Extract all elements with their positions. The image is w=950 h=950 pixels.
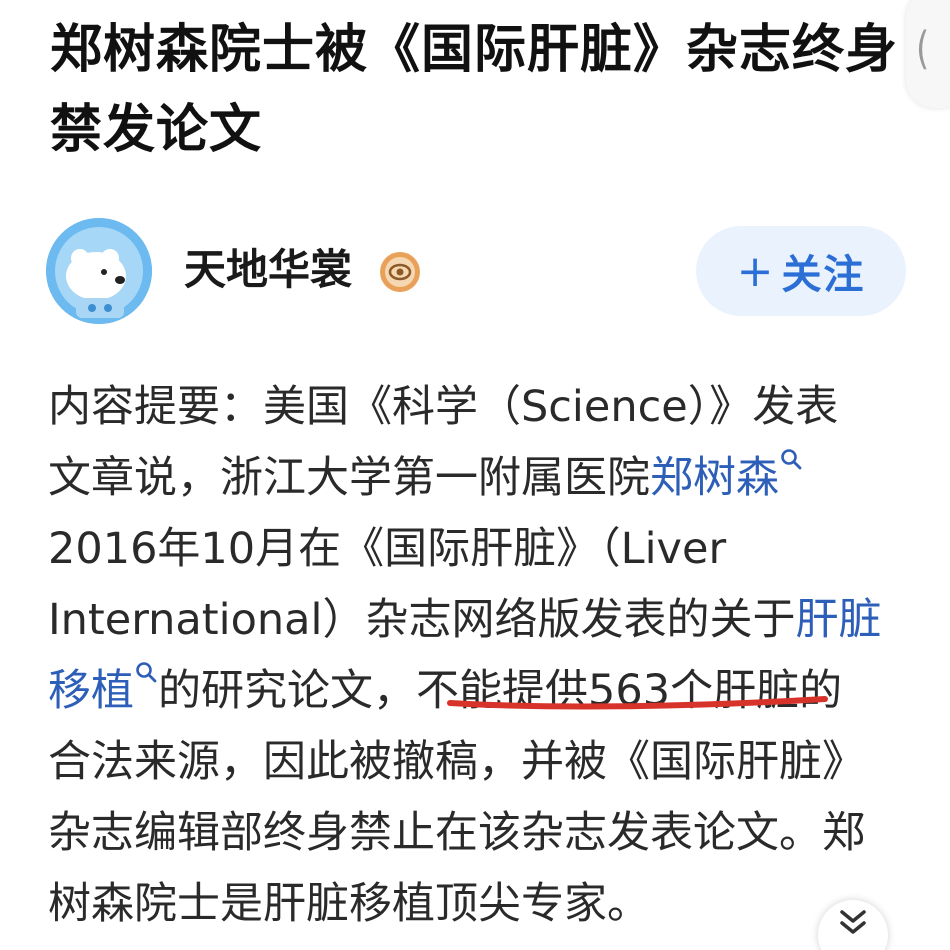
- summary-text: International）杂志网络版发表的关于: [48, 595, 796, 645]
- topic-link-part2[interactable]: 移植: [48, 666, 134, 716]
- topic-link-part1[interactable]: 肝脏: [795, 595, 881, 645]
- plus-icon: +: [736, 245, 776, 297]
- summary-line: 内容提要：美国《科学（Science）》发表: [48, 382, 839, 432]
- summary-line: 树森院士是肝脏移植顶尖专家。: [48, 879, 650, 929]
- follow-label: 关注: [781, 252, 866, 298]
- summary-text: 文章说，浙江大学第一附属医院: [48, 453, 650, 503]
- side-collapse-tab[interactable]: (: [906, 0, 950, 108]
- author-name[interactable]: 天地华裳: [184, 242, 352, 298]
- collapse-bracket-icon: (: [916, 23, 930, 75]
- person-link[interactable]: 郑树森: [650, 453, 779, 503]
- avatar[interactable]: [46, 218, 152, 324]
- chevron-double-down-icon: [840, 910, 866, 934]
- summary-line: International）杂志网络版发表的关于肝脏: [48, 585, 918, 656]
- article-title: 郑树森院士被《国际肝脏》杂志终身禁发论文: [50, 20, 899, 160]
- summary-line: 合法来源，因此被撤稿，并被《国际肝脏》: [48, 737, 865, 787]
- polar-bear-astronaut-avatar: [46, 218, 152, 324]
- verified-badge-icon: [378, 250, 422, 294]
- search-icon[interactable]: [779, 447, 803, 471]
- summary-line: 2016年10月在《国际肝脏》（Liver: [48, 524, 727, 574]
- summary-line: 杂志编辑部终身禁止在该杂志发表论文。郑: [48, 808, 865, 858]
- article-page: ( 郑树森院士被《国际肝脏》杂志终身禁发论文 天地华裳 + 关注 内容提要：美国…: [0, 0, 950, 950]
- article-summary: 内容提要：美国《科学（Science）》发表 文章说，浙江大学第一附属医院郑树森…: [48, 372, 918, 940]
- search-icon[interactable]: [134, 660, 158, 684]
- summary-line: 文章说，浙江大学第一附属医院郑树森: [48, 443, 918, 514]
- author-row: 天地华裳 + 关注: [46, 218, 906, 324]
- red-underline-annotation: [447, 696, 828, 710]
- follow-button[interactable]: + 关注: [696, 226, 906, 316]
- summary-text: 的研究论文，: [158, 666, 416, 716]
